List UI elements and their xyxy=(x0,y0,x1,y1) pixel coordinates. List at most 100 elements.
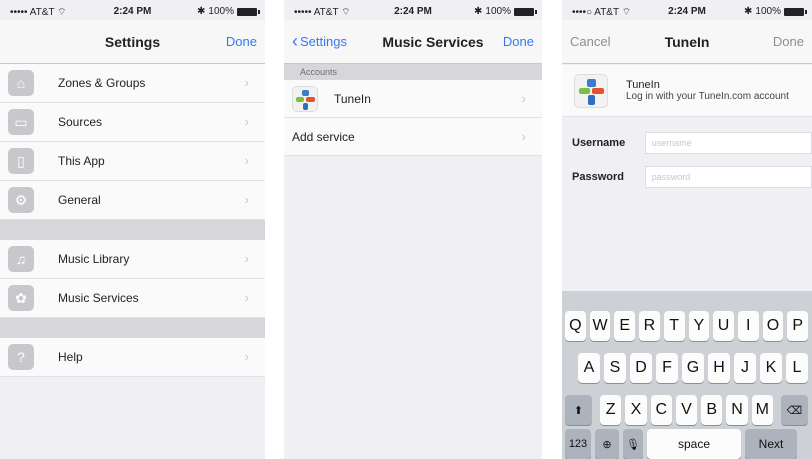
section-header-accounts: Accounts xyxy=(284,64,542,80)
status-bar: ••••• AT&T ⌔ 2:24 PM ✱ 100% xyxy=(284,0,542,20)
chevron-right-icon: › xyxy=(244,290,249,305)
chevron-right-icon: › xyxy=(244,349,249,364)
tunein-logo-icon xyxy=(292,85,318,112)
key-a[interactable]: A xyxy=(578,353,600,383)
settings-item-music-library[interactable]: ♫ Music Library › xyxy=(0,240,265,279)
next-key[interactable]: Next xyxy=(745,429,797,459)
key-f[interactable]: F xyxy=(656,353,678,383)
settings-screen: ••••• AT&T ⌔ 2:24 PM ✱ 100% Settings Don… xyxy=(0,0,265,459)
settings-item-music-services[interactable]: ✿ Music Services › xyxy=(0,279,265,318)
done-button[interactable]: Done xyxy=(226,34,257,49)
nav-bar: Settings Done xyxy=(0,20,265,64)
key-z[interactable]: Z xyxy=(600,395,622,425)
nav-bar: ‹ Settings Music Services Done xyxy=(284,20,542,64)
key-m[interactable]: M xyxy=(751,395,773,425)
key-u[interactable]: U xyxy=(713,311,734,341)
done-button[interactable]: Done xyxy=(773,34,804,49)
shift-key-icon[interactable]: ⬆ xyxy=(565,395,593,425)
password-label: Password xyxy=(572,171,624,183)
key-x[interactable]: X xyxy=(625,395,647,425)
keyboard-row-4: 123 ⊕ 🎙 space Next xyxy=(565,429,812,459)
key-b[interactable]: B xyxy=(701,395,723,425)
settings-item-help[interactable]: ? Help › xyxy=(0,338,265,377)
chevron-right-icon: › xyxy=(244,251,249,266)
settings-item-zones-groups[interactable]: ⌂ Zones & Groups › xyxy=(0,64,265,103)
settings-item-this-app[interactable]: ▯ This App › xyxy=(0,142,265,181)
key-s[interactable]: S xyxy=(604,353,626,383)
account-name: TuneIn xyxy=(626,79,660,91)
key-y[interactable]: Y xyxy=(688,311,710,341)
account-description: Log in with your TuneIn.com account xyxy=(626,91,789,102)
battery-status: ✱ 100% xyxy=(474,6,537,17)
bluetooth-icon: ✱ xyxy=(197,6,206,17)
key-d[interactable]: D xyxy=(630,353,652,383)
key-l[interactable]: L xyxy=(786,353,808,383)
chevron-right-icon: › xyxy=(244,192,249,207)
battery-status: ✱ 100% xyxy=(744,6,807,17)
key-c[interactable]: C xyxy=(650,395,672,425)
on-screen-keyboard: Q W E R T Y U I O P A S D F G H J K L ⬆ … xyxy=(562,291,812,459)
settings-list: ⌂ Zones & Groups › ▭ Sources › ▯ This Ap… xyxy=(0,64,265,377)
settings-item-sources[interactable]: ▭ Sources › xyxy=(0,103,265,142)
section-separator xyxy=(0,318,265,338)
keyboard-row-2: A S D F G H J K L xyxy=(578,353,812,383)
key-n[interactable]: N xyxy=(726,395,748,425)
tunein-login-screen: ••••○ AT&T ⌔ 2:24 PM ✱ 100% Cancel TuneI… xyxy=(562,0,812,459)
music-services-screen: ••••• AT&T ⌔ 2:24 PM ✱ 100% ‹ Settings M… xyxy=(284,0,542,459)
done-button[interactable]: Done xyxy=(503,34,534,49)
key-q[interactable]: Q xyxy=(565,311,586,341)
username-input[interactable] xyxy=(644,132,812,154)
key-g[interactable]: G xyxy=(682,353,704,383)
username-row: Username xyxy=(562,126,812,160)
battery-icon xyxy=(514,7,537,16)
bluetooth-icon: ✱ xyxy=(744,6,753,17)
globe-key-icon[interactable]: ⊕ xyxy=(595,429,619,459)
keyboard-row-1: Q W E R T Y U I O P xyxy=(565,311,812,341)
add-service-label: Add service xyxy=(292,129,355,144)
chevron-right-icon: › xyxy=(244,153,249,168)
sources-icon: ▭ xyxy=(8,109,34,135)
settings-item-general[interactable]: ⚙ General › xyxy=(0,181,265,220)
key-t[interactable]: T xyxy=(663,311,685,341)
key-i[interactable]: I xyxy=(737,311,759,341)
username-label: Username xyxy=(572,137,626,149)
music-services-icon: ✿ xyxy=(8,285,34,311)
service-name: TuneIn xyxy=(334,91,371,106)
account-info: TuneIn Log in with your TuneIn.com accou… xyxy=(562,65,812,117)
keyboard-row-3: ⬆ Z X C V B N M ⌫ xyxy=(565,395,812,425)
bluetooth-icon: ✱ xyxy=(474,6,483,17)
phone-icon: ▯ xyxy=(8,148,34,174)
battery-status: ✱ 100% xyxy=(197,6,260,17)
key-j[interactable]: J xyxy=(734,353,756,383)
gear-icon: ⚙ xyxy=(8,187,34,213)
battery-icon xyxy=(237,7,260,16)
battery-icon xyxy=(784,7,807,16)
key-h[interactable]: H xyxy=(708,353,730,383)
key-o[interactable]: O xyxy=(762,311,784,341)
help-icon: ? xyxy=(8,344,34,370)
password-input[interactable] xyxy=(644,166,812,188)
chevron-right-icon: › xyxy=(521,129,526,144)
key-v[interactable]: V xyxy=(675,395,698,425)
key-w[interactable]: W xyxy=(589,311,611,341)
tunein-logo-icon xyxy=(574,74,608,108)
status-bar: ••••○ AT&T ⌔ 2:24 PM ✱ 100% xyxy=(562,0,812,20)
service-row-tunein[interactable]: TuneIn › xyxy=(284,80,542,118)
section-separator xyxy=(0,220,265,240)
delete-key-icon[interactable]: ⌫ xyxy=(780,395,808,425)
chevron-right-icon: › xyxy=(521,91,526,106)
password-row: Password xyxy=(562,160,812,194)
key-r[interactable]: R xyxy=(639,311,660,341)
add-service-row[interactable]: Add service › xyxy=(284,118,542,156)
numbers-key[interactable]: 123 xyxy=(565,429,591,459)
status-bar: ••••• AT&T ⌔ 2:24 PM ✱ 100% xyxy=(0,0,265,20)
microphone-key-icon[interactable]: 🎙 xyxy=(623,429,643,459)
chevron-right-icon: › xyxy=(244,114,249,129)
space-key[interactable]: space xyxy=(647,429,741,459)
chevron-right-icon: › xyxy=(244,75,249,90)
key-p[interactable]: P xyxy=(787,311,809,341)
music-note-icon: ♫ xyxy=(8,246,34,272)
nav-bar: Cancel TuneIn Done xyxy=(562,20,812,64)
key-e[interactable]: E xyxy=(614,311,636,341)
key-k[interactable]: K xyxy=(760,353,782,383)
